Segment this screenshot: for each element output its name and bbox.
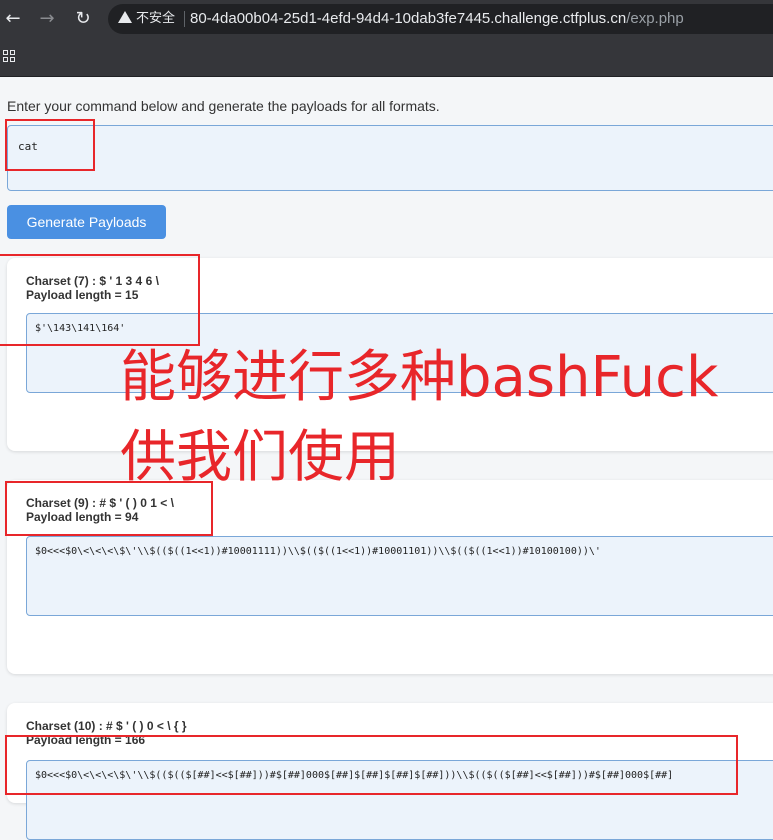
- command-input[interactable]: cat: [7, 125, 773, 191]
- reload-button[interactable]: ↻: [70, 6, 96, 32]
- url-host: 80-4da00b04-25d1-4efd-94d4-10dab3fe7445.…: [190, 10, 627, 27]
- arrow-left-icon: ←: [5, 8, 21, 29]
- bookmarks-bar: [0, 38, 773, 77]
- address-separator: [184, 11, 185, 27]
- warning-triangle-icon: [118, 11, 132, 23]
- annotation-text: 能够进行多种bashFuck: [120, 345, 719, 410]
- payload-text: $0<<<$0\<\<\<\$\'\\$(($((1<<1))#10001111…: [35, 546, 601, 557]
- forward-button[interactable]: →: [34, 6, 60, 32]
- arrow-right-icon: →: [39, 8, 55, 29]
- annotation-text: 供我们使用: [120, 425, 400, 490]
- apps-grid-icon[interactable]: [3, 50, 16, 63]
- payload-label: Charset (7) : $ ' 1 3 4 6 \ Payload leng…: [26, 274, 159, 302]
- payload-length-label: Payload length = 166: [26, 733, 146, 747]
- url-path: /exp.php: [626, 10, 684, 27]
- security-warning[interactable]: 不安全: [118, 10, 175, 28]
- security-warning-label: 不安全: [136, 11, 176, 26]
- payload-length-label: Payload length = 94: [26, 510, 139, 524]
- charset-label: Charset (10) : # $ ' ( ) 0 < \ { }: [26, 719, 187, 733]
- instruction-text: Enter your command below and generate th…: [7, 98, 440, 114]
- reload-icon: ↻: [75, 8, 91, 29]
- payload-label: Charset (9) : # $ ' ( ) 0 1 < \ Payload …: [26, 496, 174, 524]
- command-value: cat: [18, 140, 38, 153]
- charset-label: Charset (9) : # $ ' ( ) 0 1 < \: [26, 496, 174, 510]
- payload-label: Charset (10) : # $ ' ( ) 0 < \ { } Paylo…: [26, 719, 187, 747]
- payload-output[interactable]: $0<<<$0\<\<\<\$\'\\$(($((1<<1))#10001111…: [26, 536, 773, 616]
- payload-text: $0<<<$0\<\<\<\$\'\\$(($(($[##]<<$[##]))#…: [35, 770, 674, 781]
- payload-output[interactable]: $0<<<$0\<\<\<\$\'\\$(($(($[##]<<$[##]))#…: [26, 760, 773, 840]
- address-bar[interactable]: 不安全 80-4da00b04-25d1-4efd-94d4-10dab3fe7…: [108, 4, 773, 34]
- payload-card: Charset (10) : # $ ' ( ) 0 < \ { } Paylo…: [7, 703, 773, 840]
- payload-length-label: Payload length = 15: [26, 288, 139, 302]
- back-button[interactable]: ←: [0, 6, 26, 32]
- generate-payloads-button[interactable]: Generate Payloads: [7, 205, 166, 239]
- payload-card: Charset (9) : # $ ' ( ) 0 1 < \ Payload …: [7, 480, 773, 674]
- url-text[interactable]: 80-4da00b04-25d1-4efd-94d4-10dab3fe7445.…: [190, 9, 684, 29]
- charset-label: Charset (7) : $ ' 1 3 4 6 \: [26, 274, 159, 288]
- browser-toolbar: ← → ↻ 不安全 80-4da00b04-25d1-4efd-94d4-10d…: [0, 0, 773, 38]
- payload-text: $'\143\141\164': [35, 323, 126, 334]
